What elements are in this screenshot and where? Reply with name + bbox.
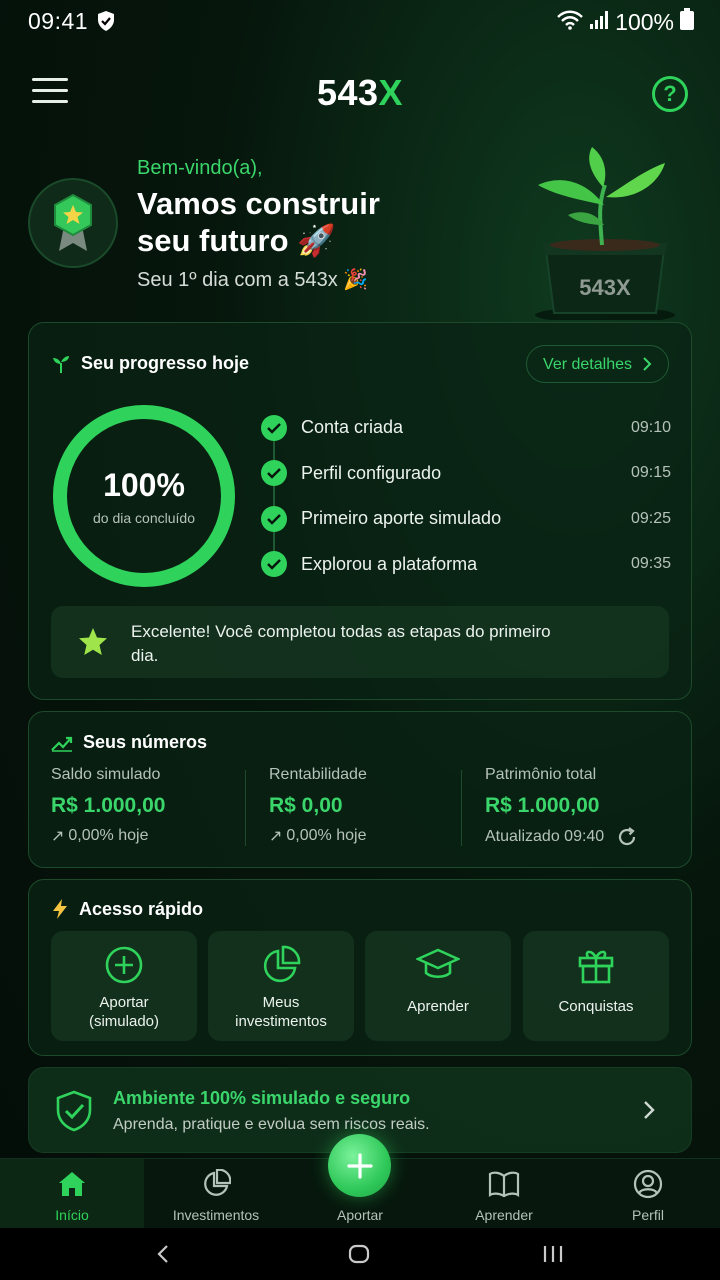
quick-action-contribute[interactable]: Aportar (simulado) [51, 931, 197, 1041]
arrow-up-right-icon: ↗ [51, 828, 65, 845]
home-button-icon[interactable] [348, 1244, 370, 1264]
app-logo: 543X [316, 72, 404, 113]
nav-investments[interactable]: Investimentos [144, 1159, 288, 1229]
progress-step: Perfil configurado 09:15 [261, 451, 671, 497]
gift-icon [578, 950, 614, 984]
status-bar: 09:41 100% [0, 0, 720, 44]
nav-home[interactable]: Início [0, 1159, 144, 1229]
welcome-greeting: Bem-vindo(a), [137, 157, 263, 179]
progress-step: Conta criada 09:10 [261, 405, 671, 451]
quick-action-learn[interactable]: Aprender [365, 931, 511, 1041]
progress-step: Primeiro aporte simulado 09:25 [261, 496, 671, 542]
progress-percent: 100% [103, 466, 185, 503]
profitability: Rentabilidade R$ 0,00 ↗ 0,00% hoje [269, 766, 367, 845]
back-icon[interactable] [156, 1244, 170, 1264]
check-icon [261, 505, 287, 532]
progress-step: Explorou a plataforma 09:35 [261, 542, 671, 588]
progress-steps: Conta criada 09:10 Perfil configurado 09… [261, 405, 671, 587]
numbers-title: Seus números [51, 732, 207, 753]
shield-check-icon [56, 1090, 92, 1132]
quick-action-investments[interactable]: Meus investimentos [208, 931, 354, 1041]
pie-chart-icon [204, 1169, 231, 1196]
user-icon [633, 1169, 663, 1199]
signal-icon [589, 9, 609, 36]
welcome-title: Vamos construir seu futuro 🚀 [137, 186, 380, 258]
safe-title: Ambiente 100% simulado e seguro [113, 1088, 411, 1108]
congrats-text: Excelente! Você completou todas as etapa… [131, 622, 551, 665]
battery-percent: 100% [615, 8, 674, 35]
recent-apps-icon[interactable] [542, 1244, 564, 1264]
quick-action-achievements[interactable]: Conquistas [523, 931, 669, 1041]
wifi-icon [557, 9, 584, 36]
achievement-badge [28, 178, 118, 268]
sprout-icon [53, 355, 69, 373]
plus-circle-icon [105, 946, 143, 984]
battery-icon [680, 8, 694, 36]
divider [245, 770, 246, 846]
simulated-balance: Saldo simulado R$ 1.000,00 ↗ 0,00% hoje [51, 766, 166, 845]
book-icon [488, 1171, 520, 1198]
arrow-up-right-icon: ↗ [269, 828, 283, 845]
quick-access-card: Acesso rápido Aportar (simulado) Meus in… [28, 879, 692, 1056]
pie-chart-icon [263, 945, 301, 983]
star-icon [79, 628, 107, 655]
system-navigation-bar [0, 1228, 720, 1280]
nav-learn[interactable]: Aprender [432, 1159, 576, 1229]
status-indicators: 100% [557, 8, 694, 36]
progress-card: Seu progresso hoje Ver detalhes 100% do … [28, 322, 692, 700]
chevron-right-icon [643, 357, 652, 371]
trend-up-icon [51, 736, 73, 752]
safe-subtitle: Aprenda, pratique e evolua sem riscos re… [113, 1116, 430, 1133]
progress-ring-label: 100% do dia concluído [51, 403, 237, 589]
quick-access-title: Acesso rápido [51, 898, 203, 920]
refresh-icon[interactable] [616, 826, 638, 848]
divider [461, 770, 462, 846]
see-details-button[interactable]: Ver detalhes [526, 345, 669, 383]
progress-title: Seu progresso hoje [51, 353, 249, 374]
check-icon [261, 460, 287, 487]
numbers-card: Seus números Saldo simulado R$ 1.000,00 … [28, 711, 692, 868]
status-time: 09:41 [28, 8, 89, 34]
shield-icon [96, 10, 116, 37]
graduation-cap-icon [416, 948, 460, 979]
plus-icon [346, 1152, 373, 1179]
check-icon [261, 551, 287, 578]
welcome-subtitle: Seu 1º dia com a 543x 🎉 [137, 269, 369, 291]
progress-caption: do dia concluído [93, 509, 195, 526]
contribute-fab[interactable] [328, 1134, 391, 1197]
welcome-hero: Bem-vindo(a), Vamos construir seu futuro… [0, 145, 720, 325]
lightning-icon [53, 899, 67, 919]
plant-pot-illustration: 543X [535, 147, 675, 320]
svg-text:543X: 543X [579, 275, 631, 300]
home-icon [59, 1172, 85, 1196]
help-icon[interactable]: ? [652, 76, 688, 112]
medal-icon [54, 193, 92, 251]
check-icon [261, 414, 287, 441]
chevron-right-icon [644, 1101, 655, 1119]
congrats-banner: Excelente! Você completou todas as etapa… [51, 606, 669, 678]
nav-profile[interactable]: Perfil [576, 1159, 720, 1229]
total-patrimony: Patrimônio total R$ 1.000,00 Atualizado … [485, 766, 638, 850]
top-bar: 543X ? [0, 60, 720, 126]
